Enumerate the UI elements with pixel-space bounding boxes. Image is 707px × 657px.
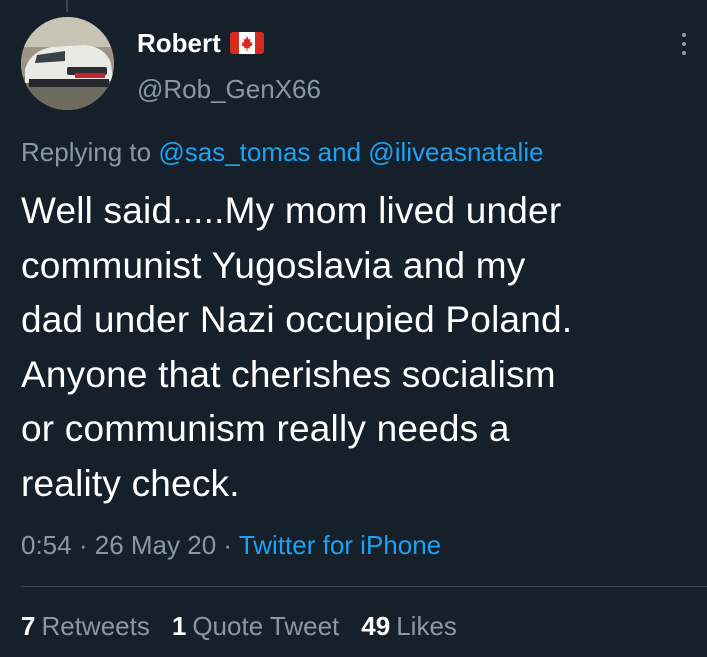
avatar[interactable] <box>21 17 114 110</box>
tweet-date[interactable]: 26 May 20 <box>95 530 216 560</box>
tweet-stats: 7 Retweets 1 Quote Tweet 49 Likes <box>21 609 457 643</box>
mention-link-iliveasnatalie[interactable]: @iliveasnatalie <box>368 137 543 167</box>
avatar-car-photo <box>21 17 114 110</box>
likes-stat[interactable]: 49 Likes <box>361 609 457 643</box>
retweets-label: Retweets <box>41 611 150 641</box>
tweet-time[interactable]: 0:54 <box>21 530 72 560</box>
retweets-count: 7 <box>21 611 36 641</box>
stats-divider <box>21 586 707 587</box>
quote-tweets-stat[interactable]: 1 Quote Tweet <box>172 609 339 643</box>
meta-separator: · <box>78 530 88 560</box>
author-handle[interactable]: @Rob_GenX66 <box>137 73 321 105</box>
replying-to-prefix: Replying to <box>21 137 152 167</box>
quote-tweets-count: 1 <box>171 611 187 641</box>
author-name-row: Robert <box>137 27 264 59</box>
quote-tweets-label: Quote Tweet <box>192 611 340 641</box>
thread-connector-line <box>66 0 68 12</box>
tweet-metadata: 0:54 · 26 May 20 · Twitter for iPhone <box>21 528 441 562</box>
meta-separator: · <box>223 530 233 560</box>
more-options-icon[interactable] <box>674 33 694 61</box>
tweet-text: Well said.....My mom lived under communi… <box>21 190 573 504</box>
replying-conjunction[interactable]: and <box>318 137 361 167</box>
canada-flag-icon <box>229 32 264 54</box>
retweets-stat[interactable]: 7 Retweets <box>21 609 150 643</box>
tweet-source-link[interactable]: Twitter for iPhone <box>239 530 441 560</box>
likes-count: 49 <box>361 611 391 641</box>
likes-label: Likes <box>396 611 457 641</box>
mention-link-sas-tomas[interactable]: @sas_tomas <box>158 137 310 167</box>
replying-to-line: Replying to @sas_tomas and @iliveasnatal… <box>21 135 544 169</box>
author-display-name[interactable]: Robert <box>137 27 221 59</box>
